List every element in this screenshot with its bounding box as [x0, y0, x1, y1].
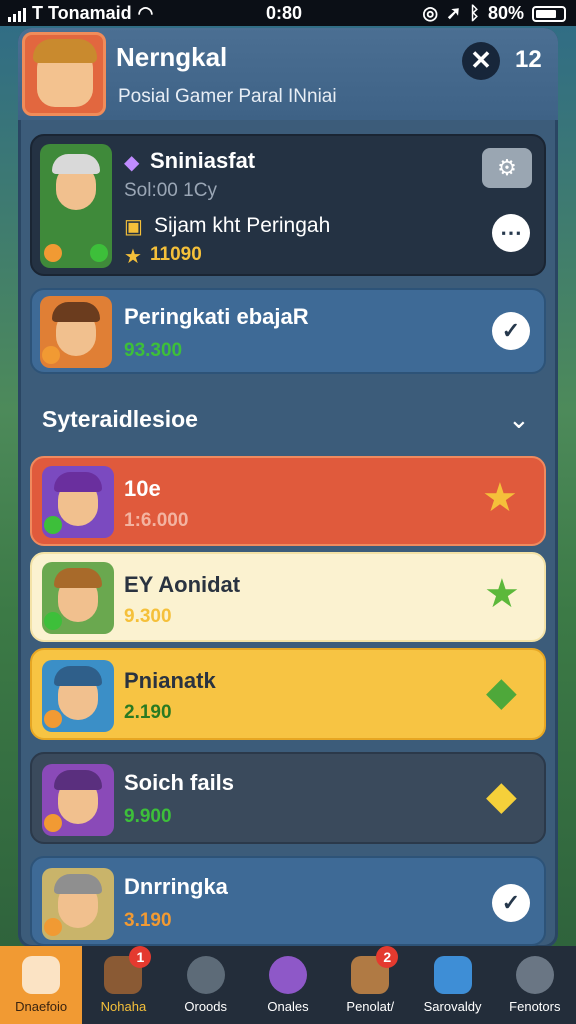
rank-badge-icon: [44, 814, 62, 832]
section-title: Syteraidlesioe: [42, 406, 198, 432]
tab-home[interactable]: Dnaefoio: [0, 946, 83, 1024]
page-title: Nerngkal: [116, 42, 228, 72]
player-score: 1:6.000: [124, 510, 189, 531]
bluetooth-icon: ᛒ: [469, 3, 480, 23]
gems-icon: [268, 956, 307, 994]
tab-profile[interactable]: Fenotors: [494, 946, 576, 1024]
tab-rewards[interactable]: 2 Penolat/: [329, 946, 411, 1024]
player-avatar: [42, 562, 114, 634]
player-name: EY Aonidat: [124, 572, 241, 597]
featured-title-line: Sijam kht Peringah: [154, 214, 331, 237]
player-score: 9.900: [124, 806, 172, 827]
person-icon: [515, 956, 554, 994]
tab-label: Oroods: [184, 999, 228, 1014]
status-bar: T Tonamaid ◠ 0:80 ◎ ➚ ᛒ 80%: [0, 0, 576, 26]
star-icon: ★: [124, 246, 142, 268]
tab-label: Dnaefoio: [15, 999, 68, 1014]
status-right: ◎ ➚ ᛒ 80%: [422, 3, 566, 24]
player-score: 9.300: [124, 606, 172, 627]
rank-badge-icon: [44, 710, 62, 728]
signal-icon: [8, 6, 26, 22]
featured-name: Sniniasfat: [150, 148, 256, 173]
close-button[interactable]: ✕: [462, 42, 500, 80]
ranking-check-button[interactable]: ✓: [492, 312, 530, 350]
tab-shop[interactable]: Sarovaldy: [411, 946, 493, 1024]
player-avatar: [42, 764, 114, 836]
page-subtitle: Posial Gamer Paral INniai: [118, 86, 337, 107]
notification-badge: 2: [376, 946, 399, 968]
profile-avatar[interactable]: [22, 32, 106, 116]
battery-label: 80%: [487, 3, 524, 23]
player-avatar: [42, 868, 114, 940]
tab-notifications[interactable]: 1 Nohaha: [82, 946, 164, 1024]
carrier-label: T Tonamaid: [32, 3, 132, 23]
status-left: T Tonamaid ◠: [8, 3, 153, 24]
notification-badge: 1: [129, 946, 152, 968]
featured-meta: Sol:00 1Cy: [124, 180, 217, 201]
check-button[interactable]: ✓: [492, 884, 530, 922]
chevron-down-icon[interactable]: ⌄: [508, 404, 530, 435]
ranking-name: Peringkati ebajaR: [124, 304, 309, 329]
list-item[interactable]: Dnrringka 3.190 ✓: [30, 856, 546, 946]
bottom-tab-bar: Dnaefoio 1 Nohaha Oroods Onales 2 Penola…: [0, 946, 576, 1024]
ranking-avatar: [40, 296, 112, 368]
ring-icon: [186, 956, 225, 994]
cube-icon: [433, 956, 472, 994]
level-badge-icon: [44, 244, 62, 262]
featured-avatar: [40, 144, 112, 268]
player-name: Pnianatk: [124, 668, 216, 693]
star-icon: ★: [482, 476, 518, 520]
avatar-hat: [33, 39, 97, 63]
tab-items[interactable]: Onales: [247, 946, 329, 1024]
player-score: 2.190: [124, 702, 172, 723]
player-score: 3.190: [124, 910, 172, 931]
list-item[interactable]: 10e 1:6.000 ★: [30, 456, 546, 546]
rank-badge-icon: [44, 612, 62, 630]
player-avatar: [42, 466, 114, 538]
rank-badge-icon: [44, 918, 62, 936]
settings-button[interactable]: ⚙: [482, 148, 532, 188]
tab-label: Nohaha: [100, 999, 147, 1014]
ranking-score: 93.300: [124, 340, 183, 361]
more-button[interactable]: ⋯: [492, 214, 530, 252]
featured-score: 11090: [150, 244, 202, 265]
tab-orders[interactable]: Oroods: [165, 946, 247, 1024]
tab-label: Sarovaldy: [423, 999, 482, 1014]
list-item[interactable]: EY Aonidat 9.300 ★: [30, 552, 546, 642]
player-name: Soich fails: [124, 770, 235, 795]
player-avatar: [42, 660, 114, 732]
badge-icon: ◆: [486, 774, 517, 818]
player-name: Dnrringka: [124, 874, 228, 899]
tab-label: Fenotors: [509, 999, 561, 1014]
star-icon: ★: [484, 572, 520, 616]
location-icon: ◎: [422, 3, 439, 23]
ranking-card[interactable]: Peringkati ebajaR 93.300 ✓: [30, 288, 546, 374]
player-count: 12: [515, 46, 542, 73]
tab-label: Penolat/: [346, 999, 395, 1014]
home-icon: [22, 956, 61, 994]
player-name: 10e: [124, 476, 161, 501]
featured-card[interactable]: ◆ Sniniasfat Sol:00 1Cy ▣ Sijam kht Peri…: [30, 134, 546, 276]
wifi-icon: ◠: [137, 3, 154, 23]
list-item[interactable]: Soich fails 9.900 ◆: [30, 752, 546, 844]
navigation-icon: ➚: [446, 3, 462, 23]
shield-icon: ◆: [486, 670, 517, 714]
list-item[interactable]: Pnianatk 2.190 ◆: [30, 648, 546, 740]
battery-icon: [532, 5, 566, 22]
tab-label: Onales: [267, 999, 309, 1014]
rank-badge-icon: [90, 244, 108, 262]
rank-badge-icon: [44, 516, 62, 534]
trophy-icon: ▣: [124, 216, 143, 238]
gem-icon: ◆: [124, 152, 140, 174]
status-time: 0:80: [266, 3, 303, 23]
level-badge-icon: [42, 346, 60, 364]
